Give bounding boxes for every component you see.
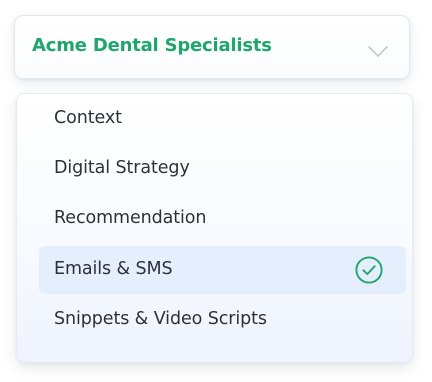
menu-item-context[interactable]: Context [39, 95, 406, 143]
menu-item-digital-strategy[interactable]: Digital Strategy [39, 145, 406, 193]
menu-item-recommendation[interactable]: Recommendation [39, 195, 406, 243]
menu-item-label: Context [54, 108, 122, 128]
check-circle-icon [355, 256, 383, 284]
menu-item-label: Digital Strategy [54, 158, 190, 178]
dropdown-menu: Context Digital Strategy Recommendation … [16, 93, 413, 363]
menu-item-snippets-video-scripts[interactable]: Snippets & Video Scripts [39, 296, 406, 344]
app-stage: Acme Dental Specialists Context Digital … [0, 0, 432, 382]
client-select-dropdown[interactable]: Acme Dental Specialists [14, 15, 410, 79]
menu-item-label: Snippets & Video Scripts [54, 309, 267, 329]
menu-item-emails-sms[interactable]: Emails & SMS [39, 246, 406, 294]
chevron-down-icon[interactable] [368, 46, 388, 58]
selected-client-name: Acme Dental Specialists [32, 35, 272, 56]
menu-item-label: Recommendation [54, 208, 207, 228]
menu-item-label: Emails & SMS [54, 259, 173, 279]
